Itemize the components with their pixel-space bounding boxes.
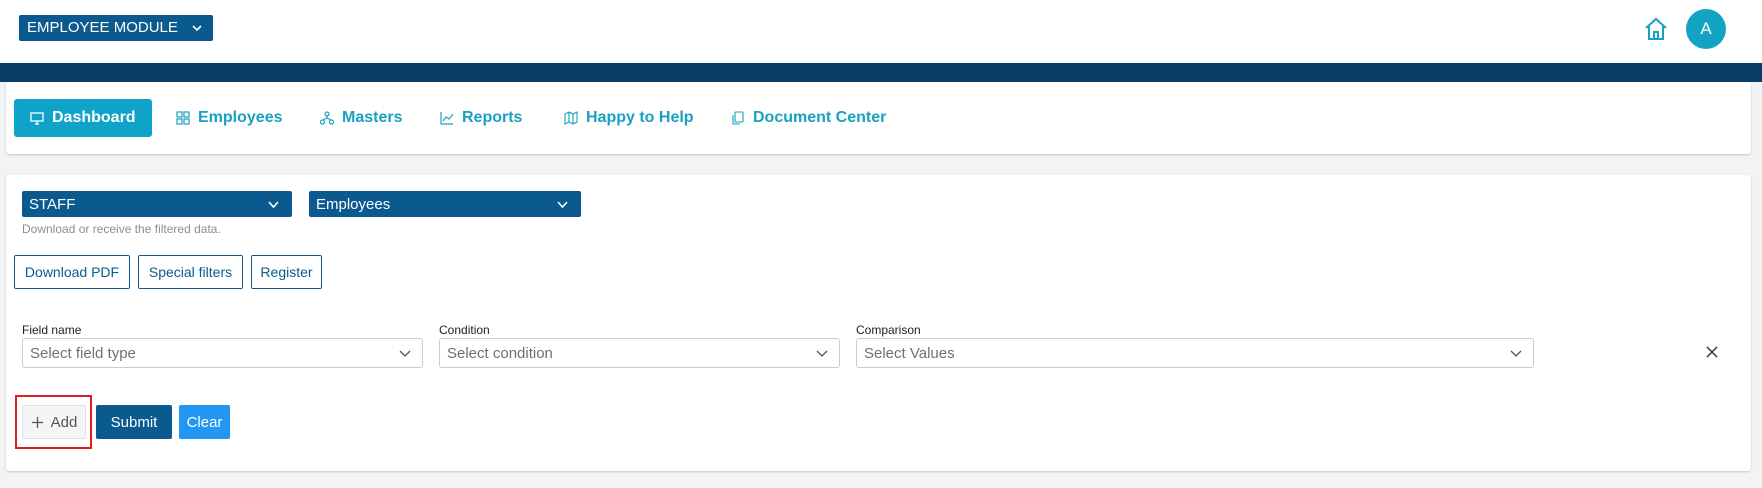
hierarchy-icon bbox=[320, 111, 334, 125]
download-pdf-button[interactable]: Download PDF bbox=[14, 255, 130, 289]
field-name-placeholder: Select field type bbox=[30, 344, 136, 362]
submit-button[interactable]: Submit bbox=[96, 405, 172, 439]
nav-item-label: Happy to Help bbox=[586, 109, 694, 126]
nav-item-masters[interactable]: Masters bbox=[320, 99, 402, 137]
nav-item-label: Reports bbox=[462, 109, 523, 126]
nav-item-employees[interactable]: Employees bbox=[176, 99, 282, 137]
nav-item-document-center[interactable]: Document Center bbox=[731, 99, 886, 137]
nav-item-label: Employees bbox=[198, 109, 283, 126]
home-icon[interactable] bbox=[1642, 15, 1670, 43]
condition-select[interactable]: Select condition bbox=[439, 338, 840, 368]
monitor-icon bbox=[30, 112, 44, 125]
map-icon bbox=[564, 111, 578, 125]
chevron-down-icon bbox=[1510, 350, 1522, 357]
add-condition-button[interactable]: Add bbox=[22, 405, 86, 439]
remove-filter-row-button[interactable] bbox=[1699, 339, 1725, 365]
special-filters-button[interactable]: Special filters bbox=[138, 255, 243, 289]
chevron-down-icon bbox=[399, 350, 411, 357]
entity-value: Employees bbox=[316, 195, 391, 213]
module-select[interactable]: EMPLOYEE MODULE bbox=[19, 15, 213, 41]
staff-type-select[interactable]: STAFF bbox=[22, 191, 292, 217]
clear-button[interactable]: Clear bbox=[179, 405, 230, 439]
entity-select[interactable]: Employees bbox=[309, 191, 581, 217]
grid-icon bbox=[176, 111, 190, 125]
chevron-down-icon bbox=[816, 350, 828, 357]
add-button-label: Add bbox=[50, 413, 78, 431]
plus-icon bbox=[31, 416, 43, 428]
top-bar: EMPLOYEE MODULE A bbox=[0, 0, 1762, 63]
avatar[interactable]: A bbox=[1686, 9, 1726, 49]
nav-item-happy-to-help[interactable]: Happy to Help bbox=[564, 99, 694, 137]
chevron-down-icon bbox=[192, 25, 202, 32]
chevron-down-icon bbox=[557, 200, 568, 208]
chevron-down-icon bbox=[268, 200, 279, 208]
field-name-label: Field name bbox=[22, 323, 82, 337]
nav-item-label: Dashboard bbox=[52, 109, 136, 126]
header-band bbox=[0, 63, 1762, 82]
filter-panel: STAFF Employees Download or receive the … bbox=[6, 175, 1751, 471]
document-icon bbox=[732, 111, 744, 125]
line-chart-icon bbox=[440, 112, 454, 125]
condition-label: Condition bbox=[439, 323, 490, 337]
comparison-placeholder: Select Values bbox=[864, 344, 955, 362]
register-button[interactable]: Register bbox=[251, 255, 322, 289]
main-nav: Dashboard Employees Masters Reports Happ… bbox=[6, 82, 1751, 154]
nav-item-dashboard[interactable]: Dashboard bbox=[14, 99, 152, 137]
field-name-select[interactable]: Select field type bbox=[22, 338, 423, 368]
nav-item-reports[interactable]: Reports bbox=[440, 99, 522, 137]
nav-item-label: Document Center bbox=[753, 109, 887, 126]
comparison-label: Comparison bbox=[856, 323, 921, 337]
comparison-select[interactable]: Select Values bbox=[856, 338, 1534, 368]
staff-type-value: STAFF bbox=[29, 195, 76, 213]
module-select-label: EMPLOYEE MODULE bbox=[27, 19, 178, 36]
nav-item-label: Masters bbox=[342, 109, 403, 126]
filter-hint: Download or receive the filtered data. bbox=[22, 222, 221, 236]
condition-placeholder: Select condition bbox=[447, 344, 553, 362]
close-icon bbox=[1706, 346, 1718, 358]
